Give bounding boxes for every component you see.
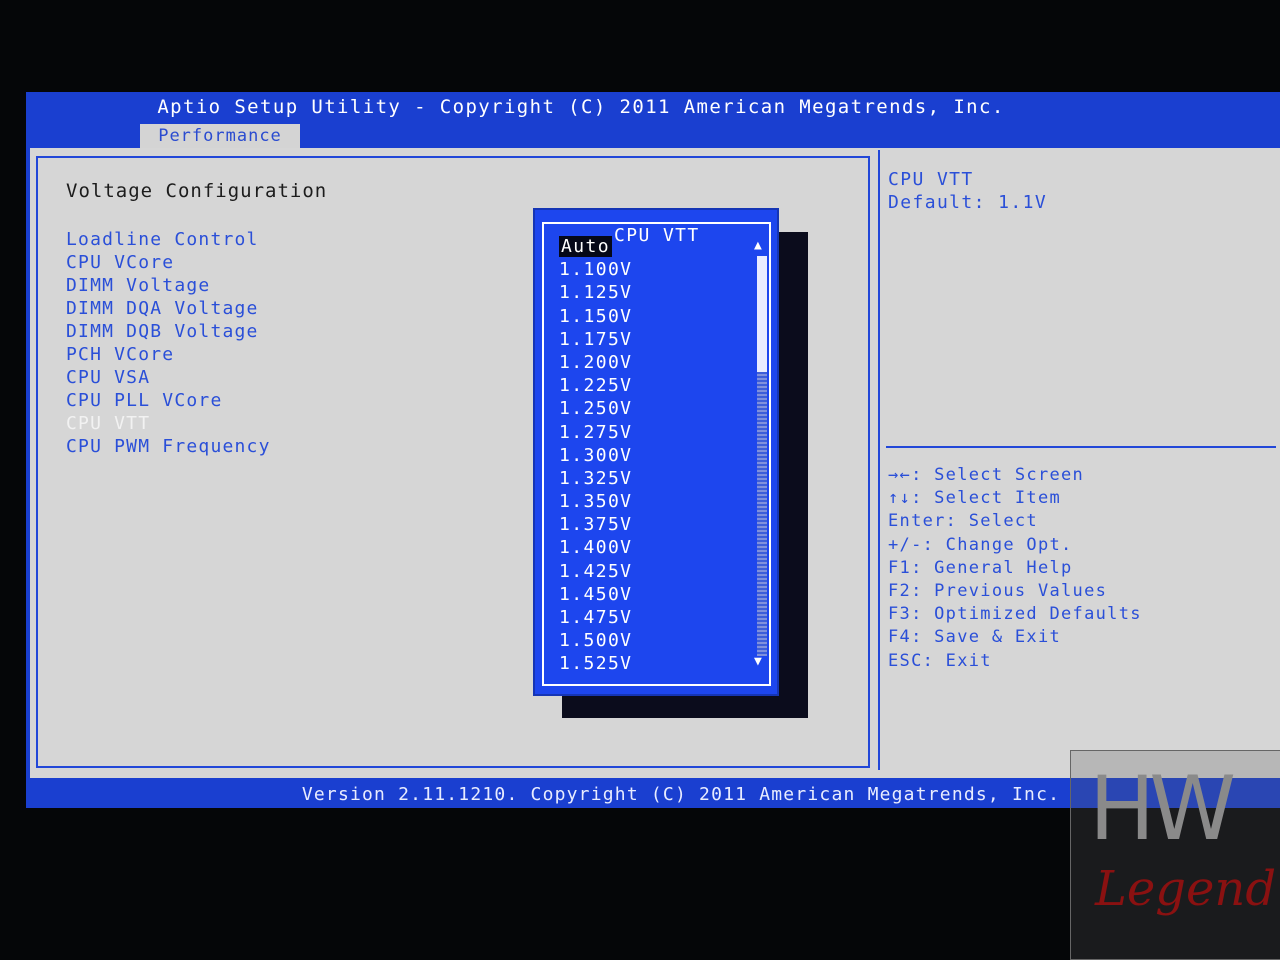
cpu-vtt-popup[interactable]: CPU VTT Auto 1.100V 1.125V 1.150V 1.175V 1.20… — [533, 208, 779, 696]
popup-option[interactable]: 1.400V — [559, 536, 632, 559]
popup-option[interactable]: 1.375V — [559, 513, 632, 536]
popup-option-label: Auto — [559, 236, 612, 257]
popup-option[interactable]: 1.275V — [559, 421, 632, 444]
popup-option-label: 1.100V — [559, 259, 633, 281]
popup-option[interactable]: 1.525V — [559, 652, 632, 675]
header-title: Aptio Setup Utility - Copyright (C) 2011… — [157, 96, 1005, 118]
popup-option[interactable]: 1.250V — [559, 397, 632, 420]
popup-option[interactable]: 1.450V — [559, 583, 632, 606]
popup-option-label: 1.225V — [559, 375, 633, 397]
popup-option-label: 1.475V — [559, 607, 633, 628]
key-hint: F2: Previous Values — [888, 580, 1108, 601]
popup-options: Auto 1.100V 1.125V 1.150V 1.175V 1.200V 1.225V… — [559, 235, 632, 676]
setting-item[interactable]: CPU VCore — [66, 251, 271, 274]
setting-item[interactable]: DIMM Voltage — [66, 274, 271, 297]
setting-item[interactable]: CPU VSA — [66, 366, 271, 389]
popup-option-label: 1.125V — [559, 282, 633, 304]
popup-option-label: 1.150V — [559, 305, 633, 327]
popup-option-label: 1.525V — [559, 653, 633, 675]
popup-option[interactable]: 1.175V — [559, 328, 632, 351]
popup-option[interactable]: 1.500V — [559, 629, 632, 652]
popup-option-label: 1.500V — [559, 630, 633, 652]
watermark-legend: Legend — [1095, 861, 1277, 917]
item-help: CPU VTT Default: 1.1V — [888, 168, 1047, 214]
key-hint: F4: Save & Exit — [888, 627, 1062, 648]
popup-option-label: 1.350V — [559, 491, 633, 513]
popup-option-label: 1.250V — [559, 398, 633, 420]
popup-option-label: 1.175V — [559, 328, 633, 350]
setting-item[interactable]: CPU PWM Frequency — [66, 435, 271, 458]
watermark-logo: HW Legend — [1070, 750, 1280, 960]
popup-option[interactable]: 1.475V — [559, 606, 632, 629]
help-default-value: Default: 1.1V — [888, 192, 1048, 213]
settings-list: Loadline Control CPU VCore DIMM Voltage DIM… — [66, 228, 271, 458]
setting-item[interactable]: CPU VTT — [66, 412, 271, 435]
watermark-hw: HW — [1089, 757, 1236, 860]
key-legend: →←: Select Screen ↑↓: Select Item Enter: S… — [888, 464, 1142, 673]
popup-option[interactable]: 1.300V — [559, 444, 632, 467]
popup-option[interactable]: Auto — [559, 235, 632, 258]
popup-option[interactable]: 1.150V — [559, 305, 632, 328]
help-divider — [886, 446, 1276, 448]
popup-option[interactable]: 1.125V — [559, 281, 632, 304]
key-hint: →←: Select Screen — [888, 465, 1085, 485]
help-pane: CPU VTT Default: 1.1V →←: Select Screen ↑… — [878, 150, 1280, 770]
popup-option-label: 1.425V — [559, 560, 633, 582]
popup-option-label: 1.200V — [559, 351, 633, 373]
key-hint: ESC: Exit — [888, 650, 992, 671]
scroll-up-icon[interactable]: ▲ — [754, 238, 762, 253]
popup-option[interactable]: 1.350V — [559, 490, 632, 513]
popup-option-label: 1.450V — [559, 583, 633, 605]
popup-scroll-thumb[interactable] — [757, 256, 767, 372]
setting-item[interactable]: DIMM DQB Voltage — [66, 320, 271, 343]
key-hint: F1: General Help — [888, 557, 1073, 578]
help-item-name: CPU VTT — [888, 169, 974, 190]
key-hint: +/-: Change Opt. — [888, 534, 1073, 555]
popup-option-label: 1.400V — [559, 537, 633, 559]
key-hint: Enter: Select — [888, 511, 1038, 532]
popup-option-label: 1.325V — [559, 467, 633, 489]
popup-option[interactable]: 1.425V — [559, 560, 632, 583]
popup-option-label: 1.375V — [559, 514, 633, 536]
key-hint: F3: Optimized Defaults — [888, 604, 1142, 625]
setting-item[interactable]: DIMM DQA Voltage — [66, 297, 271, 320]
section-title: Voltage Configuration — [66, 180, 328, 202]
key-hint: ↑↓: Select Item — [888, 488, 1062, 509]
popup-option[interactable]: 1.225V — [559, 374, 632, 397]
popup-option-label: 1.275V — [559, 421, 633, 443]
popup-option[interactable]: 1.200V — [559, 351, 632, 374]
tab-performance[interactable]: Performance — [140, 124, 300, 148]
setting-item[interactable]: CPU PLL VCore — [66, 389, 271, 412]
popup-option[interactable]: 1.100V — [559, 258, 632, 281]
setting-item[interactable]: PCH VCore — [66, 343, 271, 366]
setting-item[interactable]: Loadline Control — [66, 228, 271, 251]
popup-option-label: 1.300V — [559, 444, 633, 466]
popup-option[interactable]: 1.325V — [559, 467, 632, 490]
scroll-down-icon[interactable]: ▼ — [754, 654, 762, 669]
